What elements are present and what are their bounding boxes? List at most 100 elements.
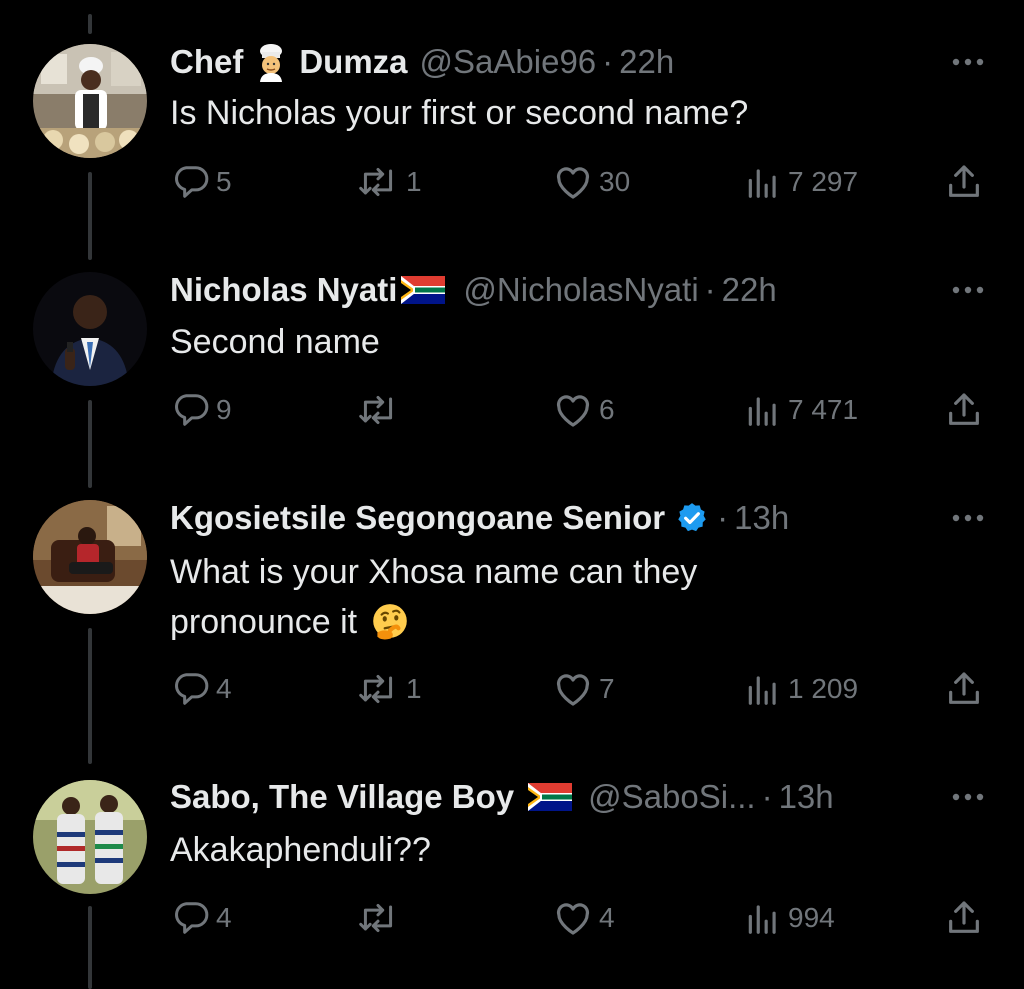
reply-icon xyxy=(172,670,210,708)
reply-button[interactable]: 9 xyxy=(172,388,232,432)
timestamp[interactable]: 22h xyxy=(722,271,777,309)
thinking-face-emoji-icon xyxy=(369,601,411,643)
reply-button[interactable]: 4 xyxy=(172,667,232,711)
heart-icon xyxy=(553,670,593,708)
separator-dot: · xyxy=(717,499,729,536)
avatar[interactable] xyxy=(33,44,147,158)
view-count: 1 209 xyxy=(788,673,859,704)
more-options-button[interactable] xyxy=(948,42,988,82)
author-handle[interactable]: @SaboSi... xyxy=(588,778,755,816)
timestamp[interactable]: 22h xyxy=(619,43,674,81)
tweet-text: Second name xyxy=(170,323,380,361)
reply-tweet[interactable]: Sabo, The Village Boy @SaboSi... · 13h A… xyxy=(0,736,1024,989)
reply-count: 4 xyxy=(216,673,232,704)
views-icon xyxy=(744,392,782,428)
separator-dot: · xyxy=(761,778,773,815)
like-button[interactable]: 6 xyxy=(553,388,615,432)
share-icon xyxy=(944,390,984,430)
view-count: 7 297 xyxy=(788,166,859,197)
tweet-text-line-2: pronounce it xyxy=(170,597,930,647)
repost-icon xyxy=(356,899,400,937)
author-handle[interactable]: @SaAbie96 xyxy=(420,43,597,81)
reply-count: 4 xyxy=(216,902,232,933)
like-count: 30 xyxy=(599,166,631,197)
reply-tweet[interactable]: Kgosietsile Segongoane Senior · 13h What… xyxy=(0,456,1024,736)
tweet-header: Nicholas Nyati @NicholasNyati · 22h xyxy=(170,270,777,310)
share-button[interactable] xyxy=(944,667,984,711)
share-icon xyxy=(944,898,984,938)
reply-count: 9 xyxy=(216,394,232,425)
repost-button[interactable]: 1 xyxy=(356,667,422,711)
repost-icon xyxy=(356,163,400,201)
verified-badge-icon xyxy=(675,501,709,535)
like-count: 7 xyxy=(599,673,615,704)
tweet-header: Chef Dumza @SaAbie96 · 22h xyxy=(170,42,674,82)
avatar[interactable] xyxy=(33,780,147,894)
share-button[interactable] xyxy=(944,160,984,204)
more-icon xyxy=(952,514,984,522)
tweet-text: What is your Xhosa name can they pronoun… xyxy=(170,547,930,647)
views-icon xyxy=(744,671,782,707)
reply-icon xyxy=(172,899,210,937)
repost-button[interactable]: 1 xyxy=(356,160,422,204)
more-icon xyxy=(952,793,984,801)
reply-tweet[interactable]: Nicholas Nyati @NicholasNyati · 22h Seco… xyxy=(0,228,1024,456)
share-button[interactable] xyxy=(944,896,984,940)
chef-emoji-icon xyxy=(251,42,291,82)
heart-icon xyxy=(553,899,593,937)
tweet-text: Is Nicholas your first or second name? xyxy=(170,94,749,132)
author-name-suffix[interactable]: Dumza xyxy=(299,43,407,81)
separator-dot: · xyxy=(704,271,716,308)
reply-icon xyxy=(172,391,210,429)
reply-button[interactable]: 5 xyxy=(172,160,232,204)
tweet-header: Kgosietsile Segongoane Senior · 13h xyxy=(170,498,789,538)
views-icon xyxy=(744,900,782,936)
repost-icon xyxy=(356,391,400,429)
repost-count: 1 xyxy=(406,166,422,197)
heart-icon xyxy=(553,163,593,201)
tweet-header: Sabo, The Village Boy @SaboSi... · 13h xyxy=(170,777,834,817)
heart-icon xyxy=(553,391,593,429)
share-icon xyxy=(944,669,984,709)
more-options-button[interactable] xyxy=(948,777,988,817)
views-button[interactable]: 7 297 xyxy=(744,160,858,204)
timestamp[interactable]: 13h xyxy=(734,499,789,537)
repost-button[interactable] xyxy=(356,896,406,940)
like-button[interactable]: 4 xyxy=(553,896,615,940)
avatar[interactable] xyxy=(33,272,147,386)
views-button[interactable]: 1 209 xyxy=(744,667,858,711)
more-options-button[interactable] xyxy=(948,498,988,538)
reply-icon xyxy=(172,163,210,201)
share-icon xyxy=(944,162,984,202)
views-button[interactable]: 994 xyxy=(744,896,835,940)
author-name[interactable]: Kgosietsile Segongoane Senior xyxy=(170,499,665,537)
south-africa-flag-icon xyxy=(528,783,573,811)
tweet-text-line-1: What is your Xhosa name can they xyxy=(170,553,698,591)
like-button[interactable]: 30 xyxy=(553,160,630,204)
avatar[interactable] xyxy=(33,500,147,614)
like-count: 6 xyxy=(599,394,615,425)
tweet-text-line-2-text: pronounce it xyxy=(170,603,358,641)
action-bar: 5 1 30 7 297 xyxy=(0,160,1024,204)
more-options-button[interactable] xyxy=(948,270,988,310)
more-icon xyxy=(952,58,984,66)
repost-icon xyxy=(356,670,400,708)
reply-button[interactable]: 4 xyxy=(172,896,232,940)
share-button[interactable] xyxy=(944,388,984,432)
author-name[interactable]: Chef xyxy=(170,43,243,81)
author-handle[interactable]: @NicholasNyati xyxy=(463,271,698,309)
separator-dot: · xyxy=(602,43,614,80)
author-name[interactable]: Sabo, The Village Boy xyxy=(170,778,514,816)
like-count: 4 xyxy=(599,902,615,933)
tweet-text: Akakaphenduli?? xyxy=(170,831,431,869)
timestamp[interactable]: 13h xyxy=(779,778,834,816)
repost-count: 1 xyxy=(406,673,422,704)
repost-button[interactable] xyxy=(356,388,406,432)
views-button[interactable]: 7 471 xyxy=(744,388,858,432)
author-name[interactable]: Nicholas Nyati xyxy=(170,271,397,309)
action-bar: 4 1 7 1 209 xyxy=(0,667,1024,711)
reply-tweet[interactable]: Chef Dumza @SaAbie96 · 22h Is Nicholas y… xyxy=(0,0,1024,228)
reply-count: 5 xyxy=(216,166,232,197)
action-bar: 9 6 7 471 xyxy=(0,388,1024,432)
like-button[interactable]: 7 xyxy=(553,667,615,711)
